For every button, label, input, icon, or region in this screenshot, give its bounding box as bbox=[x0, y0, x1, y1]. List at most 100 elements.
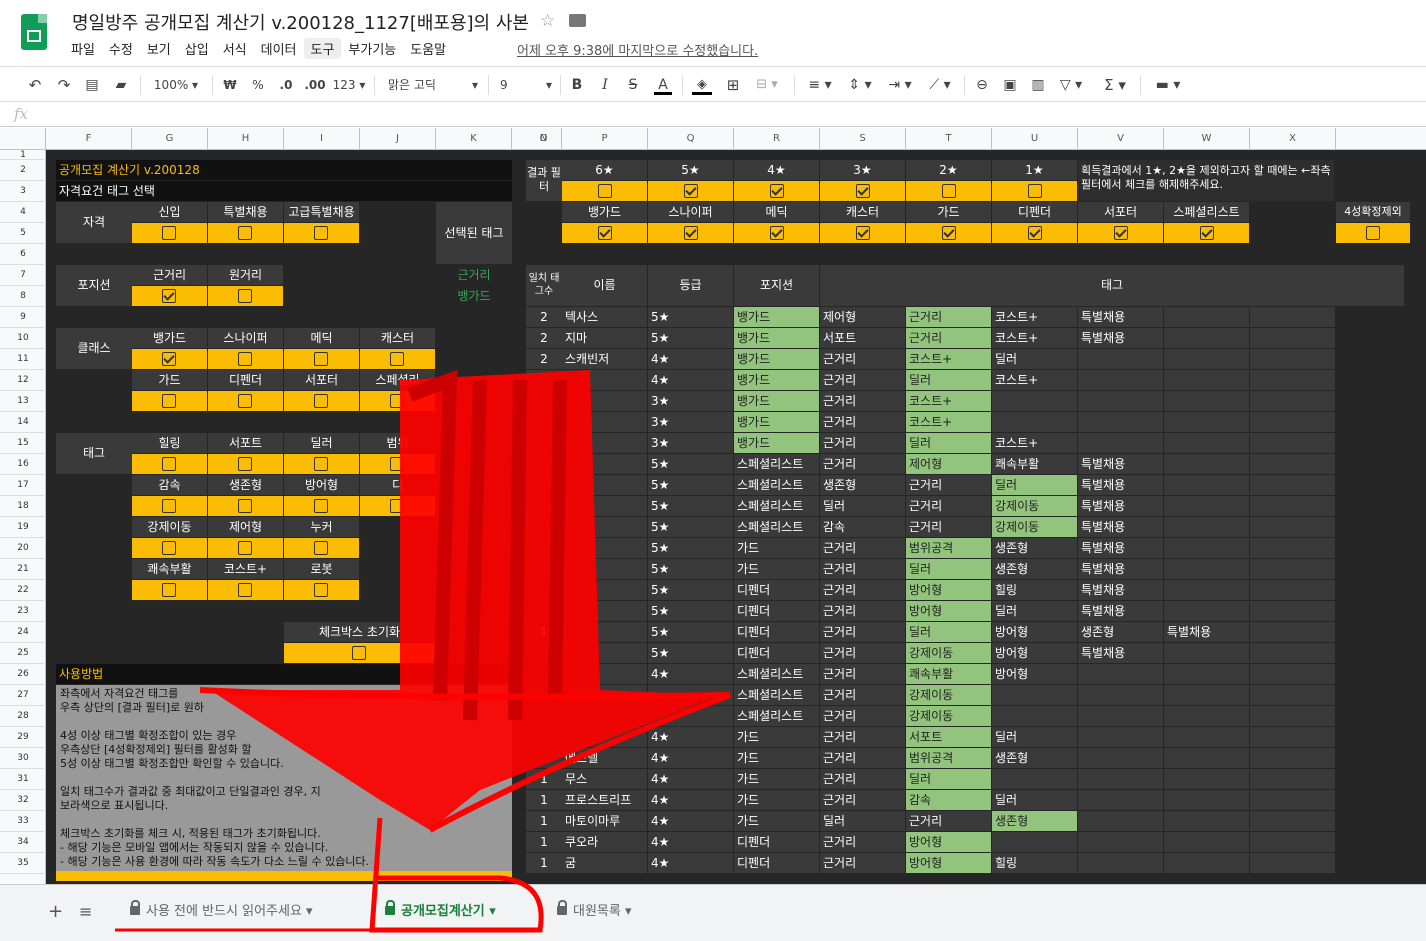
star-checkbox[interactable] bbox=[1028, 184, 1042, 198]
column-header[interactable]: P bbox=[562, 128, 648, 150]
class-checkbox[interactable] bbox=[390, 394, 404, 408]
operator-name[interactable]: 무스 bbox=[562, 769, 647, 789]
operator-name[interactable] bbox=[562, 622, 647, 642]
tag-checkbox[interactable] bbox=[162, 541, 176, 555]
strikethrough-button[interactable]: S bbox=[626, 75, 640, 95]
class-filter-checkbox[interactable] bbox=[1028, 226, 1042, 240]
row-header[interactable]: 1 bbox=[0, 150, 46, 160]
menu-1[interactable]: 수정 bbox=[102, 38, 140, 59]
class-checkbox[interactable] bbox=[238, 352, 252, 366]
spreadsheet-grid[interactable]: 공개모집 계산기 v.200128 자격요건 태그 선택 자격 신입 특별채용 고급특별채… bbox=[46, 150, 1426, 884]
tag-checkbox[interactable] bbox=[314, 499, 328, 513]
chart-icon[interactable]: ▥ bbox=[1028, 75, 1048, 95]
align-vertical-icon[interactable]: ⇕ ▾ bbox=[844, 75, 876, 95]
operator-name[interactable] bbox=[562, 454, 647, 474]
operator-name[interactable]: 에스텔 bbox=[562, 748, 647, 768]
menu-7[interactable]: 부가기능 bbox=[341, 38, 403, 59]
all-sheets-icon[interactable]: ≡ bbox=[79, 897, 92, 927]
star-checkbox[interactable] bbox=[770, 184, 784, 198]
comment-icon[interactable]: ▣ bbox=[1000, 75, 1020, 95]
currency-button[interactable]: ₩ bbox=[222, 75, 238, 95]
class-checkbox[interactable] bbox=[162, 352, 176, 366]
row-header[interactable]: 11 bbox=[0, 349, 46, 370]
row-header[interactable]: 24 bbox=[0, 622, 46, 643]
column-header[interactable]: G bbox=[132, 128, 208, 150]
operator-name[interactable]: 굼 bbox=[562, 853, 647, 873]
class-filter-checkbox[interactable] bbox=[770, 226, 784, 240]
column-header[interactable]: I bbox=[284, 128, 360, 150]
tag-checkbox[interactable] bbox=[162, 499, 176, 513]
operator-name[interactable] bbox=[562, 664, 647, 684]
tag-checkbox[interactable] bbox=[162, 583, 176, 597]
text-wrap-icon[interactable]: ⇥ ▾ bbox=[884, 75, 916, 95]
increase-decimal-button[interactable]: .00 bbox=[302, 75, 328, 95]
tag-checkbox[interactable] bbox=[314, 541, 328, 555]
menu-5[interactable]: 데이터 bbox=[254, 38, 304, 59]
class-checkbox[interactable] bbox=[314, 352, 328, 366]
italic-button[interactable]: I bbox=[598, 75, 612, 95]
operator-name[interactable] bbox=[562, 517, 647, 537]
operator-name[interactable] bbox=[562, 391, 647, 411]
menu-3[interactable]: 삽입 bbox=[178, 38, 216, 59]
menu-4[interactable]: 서식 bbox=[216, 38, 254, 59]
align-horizontal-icon[interactable]: ≡ ▾ bbox=[804, 75, 836, 95]
menu-6[interactable]: 도구 bbox=[303, 38, 342, 59]
star-checkbox[interactable] bbox=[942, 184, 956, 198]
tag-checkbox[interactable] bbox=[314, 583, 328, 597]
row-header[interactable]: 30 bbox=[0, 748, 46, 769]
qual-checkbox[interactable] bbox=[314, 226, 328, 240]
position-checkbox[interactable] bbox=[238, 289, 252, 303]
column-header[interactable]: T bbox=[906, 128, 992, 150]
column-header[interactable]: K bbox=[436, 128, 512, 150]
operator-name[interactable] bbox=[562, 559, 647, 579]
operator-name[interactable]: 쿠오라 bbox=[562, 832, 647, 852]
class-filter-checkbox[interactable] bbox=[1114, 226, 1128, 240]
filter-icon[interactable]: ▽ ▾ bbox=[1056, 75, 1086, 95]
select-all-corner[interactable] bbox=[0, 128, 46, 150]
column-header[interactable]: Q bbox=[648, 128, 734, 150]
row-header[interactable]: 16 bbox=[0, 454, 46, 475]
link-icon[interactable]: ⊖ bbox=[972, 75, 992, 95]
font-size-select[interactable]: 9 ▾ bbox=[500, 75, 552, 95]
borders-icon[interactable]: ⊞ bbox=[724, 75, 742, 95]
column-header[interactable]: J bbox=[360, 128, 436, 150]
row-header[interactable]: 25 bbox=[0, 643, 46, 664]
tag-checkbox[interactable] bbox=[390, 457, 404, 471]
functions-icon[interactable]: Σ ▾ bbox=[1100, 75, 1130, 95]
operator-name[interactable] bbox=[562, 538, 647, 558]
row-header[interactable]: 9 bbox=[0, 307, 46, 328]
row-header[interactable]: 13 bbox=[0, 391, 46, 412]
exclude4-checkbox[interactable] bbox=[1366, 226, 1380, 240]
operator-name[interactable] bbox=[562, 643, 647, 663]
percent-button[interactable]: % bbox=[250, 75, 266, 95]
row-header[interactable]: 5 bbox=[0, 223, 46, 244]
star-icon[interactable]: ☆ bbox=[540, 11, 555, 31]
row-header[interactable]: 29 bbox=[0, 727, 46, 748]
menu-8[interactable]: 도움말 bbox=[403, 38, 453, 59]
row-header[interactable]: 20 bbox=[0, 538, 46, 559]
paint-format-icon[interactable]: ▰ bbox=[112, 75, 130, 95]
sheets-logo-icon[interactable] bbox=[21, 14, 47, 50]
operator-name[interactable] bbox=[562, 706, 647, 726]
row-header[interactable]: 15 bbox=[0, 433, 46, 454]
column-header[interactable]: R bbox=[734, 128, 820, 150]
operator-name[interactable] bbox=[562, 370, 647, 390]
formula-bar[interactable]: fx bbox=[0, 103, 1426, 127]
operator-name[interactable]: 스캐빈저 bbox=[562, 349, 647, 369]
tag-checkbox[interactable] bbox=[162, 457, 176, 471]
column-header[interactable]: F bbox=[46, 128, 132, 150]
operator-name[interactable] bbox=[562, 496, 647, 516]
star-checkbox[interactable] bbox=[856, 184, 870, 198]
fill-color-icon[interactable]: ◈ bbox=[692, 75, 712, 95]
class-filter-checkbox[interactable] bbox=[684, 226, 698, 240]
row-header[interactable]: 33 bbox=[0, 811, 46, 832]
operator-name[interactable] bbox=[562, 580, 647, 600]
operator-name[interactable] bbox=[562, 685, 647, 705]
class-filter-checkbox[interactable] bbox=[942, 226, 956, 240]
merge-cells-icon[interactable]: ⊟ ▾ bbox=[752, 75, 782, 95]
row-header[interactable]: 26 bbox=[0, 664, 46, 685]
class-filter-checkbox[interactable] bbox=[598, 226, 612, 240]
undo-icon[interactable]: ↶ bbox=[26, 75, 44, 95]
folder-icon[interactable] bbox=[569, 14, 586, 27]
row-header[interactable]: 2 bbox=[0, 160, 46, 181]
